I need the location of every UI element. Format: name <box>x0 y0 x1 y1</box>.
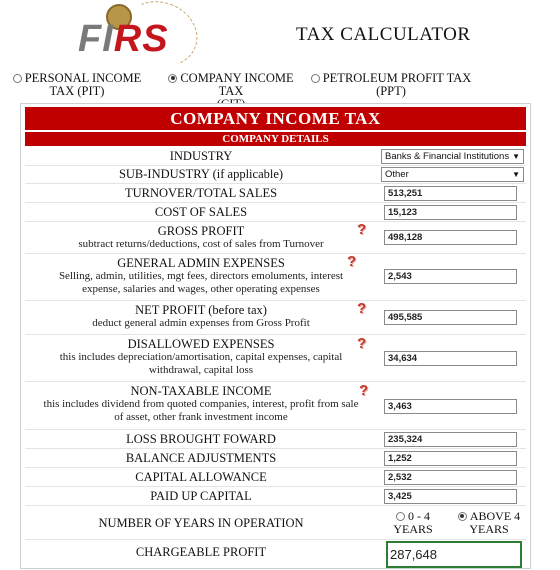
years-option-0-4[interactable]: 0 - 4 YEARS <box>385 510 441 536</box>
turnover-label: TURNOVER/TOTAL SALES <box>124 186 278 200</box>
gross-profit-label: GROSS PROFIT subtract returns/deductions… <box>78 224 324 251</box>
ppt-radio[interactable] <box>310 73 320 83</box>
cost-of-sales-row: COST OF SALES <box>25 203 526 222</box>
admin-expenses-label: GENERAL ADMIN EXPENSES Selling, admin, u… <box>58 256 344 296</box>
gross-profit-input[interactable] <box>384 230 517 245</box>
turnover-input[interactable] <box>384 186 517 201</box>
pit-radio[interactable] <box>12 73 22 83</box>
capital-allowance-label: CAPITAL ALLOWANCE <box>135 470 267 484</box>
non-taxable-income-row: NON-TAXABLE INCOME this includes dividen… <box>25 382 526 430</box>
tax-option-ppt[interactable]: PETROLEUM PROFIT TAX (PPT) <box>310 72 472 98</box>
help-icon[interactable]: ? <box>359 383 373 398</box>
form-heading: COMPANY INCOME TAX <box>25 107 526 130</box>
cit-radio[interactable] <box>168 73 178 83</box>
help-icon[interactable]: ? <box>357 336 371 351</box>
years-0-4-radio[interactable] <box>396 511 405 521</box>
capital-allowance-row: CAPITAL ALLOWANCE <box>25 468 526 487</box>
chargeable-profit-row: CHARGEABLE PROFIT 287,648 <box>25 540 526 570</box>
sub-industry-select[interactable]: Other ▼ <box>381 167 524 182</box>
years-in-operation-row: NUMBER OF YEARS IN OPERATION 0 - 4 YEARS… <box>25 506 526 540</box>
loss-brought-forward-label: LOSS BROUGHT FOWARD <box>126 432 276 446</box>
chargeable-profit-output[interactable]: 287,648 <box>386 541 522 568</box>
capital-allowance-input[interactable] <box>384 470 517 485</box>
years-option-above-4[interactable]: ABOVE 4 YEARS <box>453 510 525 536</box>
tax-type-selector: PERSONAL INCOME TAX (PIT) COMPANY INCOME… <box>0 72 560 111</box>
non-taxable-income-input[interactable] <box>384 399 517 414</box>
years-above-4-radio[interactable] <box>457 511 467 521</box>
net-profit-row: NET PROFIT (before tax) deduct general a… <box>25 301 526 335</box>
firs-logo: FIRS <box>78 0 207 78</box>
net-profit-label: NET PROFIT (before tax) deduct general a… <box>92 303 310 330</box>
balance-adjustments-row: BALANCE ADJUSTMENTS <box>25 449 526 468</box>
disallowed-expenses-input[interactable] <box>384 351 517 366</box>
dropdown-arrow-icon: ▼ <box>512 170 520 179</box>
page-title: TAX CALCULATOR <box>296 24 471 45</box>
tax-option-pit[interactable]: PERSONAL INCOME TAX (PIT) <box>12 72 142 98</box>
help-icon[interactable]: ? <box>357 301 371 316</box>
admin-expenses-input[interactable] <box>384 269 517 284</box>
loss-brought-forward-row: LOSS BROUGHT FOWARD <box>25 430 526 449</box>
sub-industry-row: SUB-INDUSTRY (if applicable) Other ▼ <box>25 166 526 184</box>
logo-wordmark: FIRS <box>78 18 169 60</box>
cost-of-sales-label: COST OF SALES <box>154 205 248 219</box>
non-taxable-income-label: NON-TAXABLE INCOME this includes dividen… <box>43 384 359 424</box>
section-heading: COMPANY DETAILS <box>25 132 526 146</box>
help-icon[interactable]: ? <box>347 254 361 269</box>
paid-up-capital-input[interactable] <box>384 489 517 504</box>
turnover-row: TURNOVER/TOTAL SALES <box>25 184 526 203</box>
industry-select[interactable]: Banks & Financial Institutions ▼ <box>381 149 524 164</box>
gross-profit-row: GROSS PROFIT subtract returns/deductions… <box>25 222 526 254</box>
header: FIRS TAX CALCULATOR <box>0 0 560 78</box>
industry-row: INDUSTRY Banks & Financial Institutions ▼ <box>25 148 526 166</box>
cost-of-sales-input[interactable] <box>384 205 517 220</box>
industry-label: INDUSTRY <box>169 149 233 163</box>
disallowed-expenses-label: DISALLOWED EXPENSES this includes deprec… <box>59 337 343 377</box>
balance-adjustments-input[interactable] <box>384 451 517 466</box>
chargeable-profit-label: CHARGEABLE PROFIT <box>135 545 267 559</box>
admin-expenses-row: GENERAL ADMIN EXPENSES Selling, admin, u… <box>25 254 526 301</box>
cit-form: COMPANY INCOME TAX COMPANY DETAILS INDUS… <box>20 103 531 569</box>
paid-up-capital-label: PAID UP CAPITAL <box>150 489 252 503</box>
loss-brought-forward-input[interactable] <box>384 432 517 447</box>
balance-adjustments-label: BALANCE ADJUSTMENTS <box>125 451 277 465</box>
years-in-operation-label: NUMBER OF YEARS IN OPERATION <box>98 516 304 530</box>
disallowed-expenses-row: DISALLOWED EXPENSES this includes deprec… <box>25 335 526 382</box>
paid-up-capital-row: PAID UP CAPITAL <box>25 487 526 506</box>
help-icon[interactable]: ? <box>357 222 371 237</box>
net-profit-input[interactable] <box>384 310 517 325</box>
sub-industry-label: SUB-INDUSTRY (if applicable) <box>118 167 284 181</box>
dropdown-arrow-icon: ▼ <box>512 152 520 161</box>
